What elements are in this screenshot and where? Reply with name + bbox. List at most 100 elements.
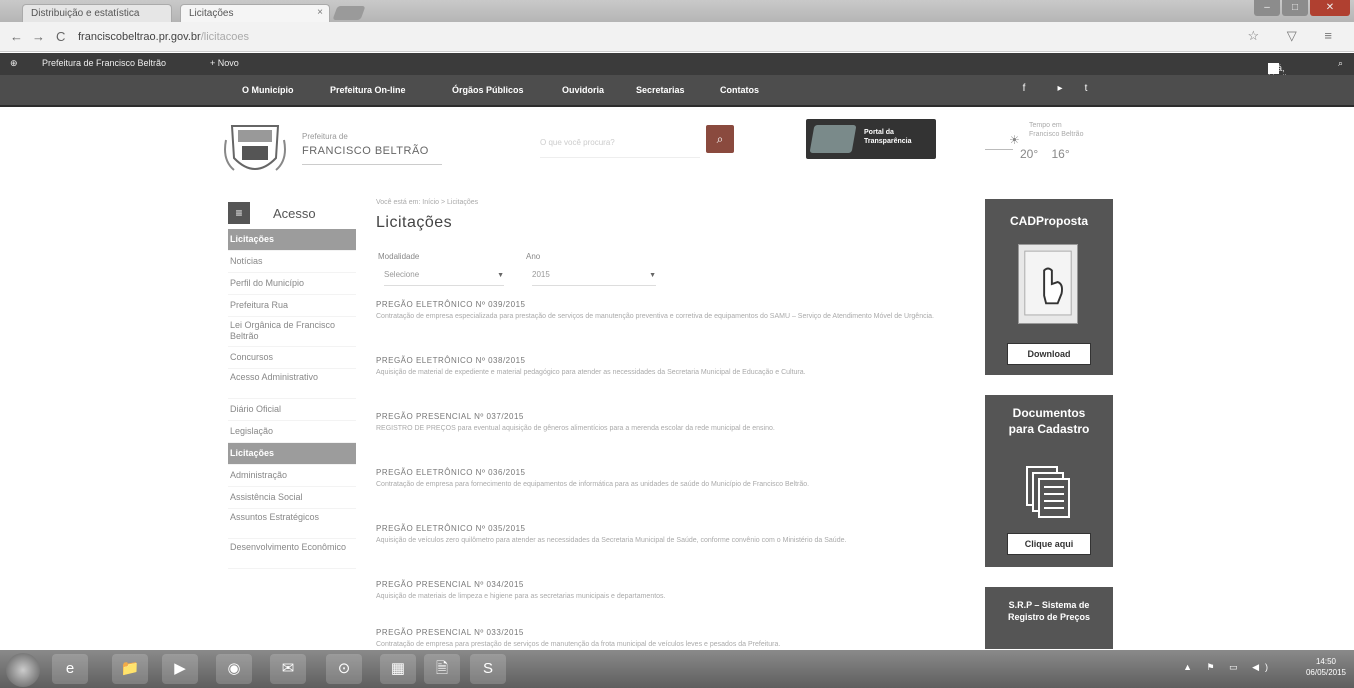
licitacao-description: Aquisição de material de expediente e ma…: [376, 369, 806, 376]
admin-bar: ⊕ Prefeitura de Francisco Beltrão + Novo…: [0, 53, 1354, 83]
reload-icon[interactable]: C: [56, 29, 65, 44]
licitacao-title[interactable]: PREGÃO ELETRÔNICO Nº 036/2015: [376, 468, 966, 477]
cadproposta-box[interactable]: CADProposta Download: [985, 199, 1113, 375]
nav-item-secretarias[interactable]: Secretarias: [636, 85, 685, 95]
clique-aqui-button[interactable]: Clique aqui: [1007, 533, 1091, 555]
licitacao-item[interactable]: PREGÃO ELETRÔNICO Nº 035/2015 Aquisição …: [376, 520, 966, 572]
sidebar-item-desenvolvimento[interactable]: Desenvolvimento Econômico: [228, 539, 356, 569]
page-title: Licitações: [376, 214, 453, 231]
url-path: /licitacoes: [200, 31, 249, 43]
minimize-button[interactable]: –: [1254, 0, 1280, 16]
start-button[interactable]: [6, 653, 40, 687]
skype-icon[interactable]: S: [470, 654, 506, 684]
main-navigation: O Município Prefeitura On-line Órgãos Pú…: [0, 75, 1354, 107]
search-icon[interactable]: ⌕: [1338, 58, 1343, 69]
documentos-box[interactable]: Documentos para Cadastro Clique aqui: [985, 395, 1113, 567]
close-tab-icon[interactable]: ×: [317, 7, 323, 18]
sidebar-item-lei-organica[interactable]: Lei Orgânica de Francisco Beltrão: [228, 317, 356, 347]
nav-item-prefeitura-online[interactable]: Prefeitura On-line: [330, 85, 406, 95]
licitacao-title[interactable]: PREGÃO PRESENCIAL Nº 033/2015: [376, 628, 966, 637]
address-bar-row: ← → C franciscobeltrao.pr.gov.br/licitac…: [0, 22, 1354, 52]
search-button[interactable]: ⌕: [706, 125, 734, 153]
avatar: [1268, 63, 1279, 74]
globe-icon[interactable]: ⊕: [10, 58, 18, 69]
new-item-link[interactable]: + Novo: [210, 58, 239, 68]
sidebar-item-assistencia-social[interactable]: Assistência Social: [228, 487, 356, 509]
temp-min: 20°: [1020, 147, 1039, 161]
tab-label: Distribuição e estatística: [31, 8, 140, 19]
chrome-icon[interactable]: ⊙: [326, 654, 362, 684]
portal-transparencia-banner[interactable]: Portal da Transparência: [806, 119, 936, 159]
media-player-icon[interactable]: ▶: [162, 654, 198, 684]
youtube-icon[interactable]: ▸: [1050, 83, 1070, 99]
sidebar-item-assuntos-estrategicos[interactable]: Assuntos Estratégicos: [228, 509, 356, 539]
sidebar-item-licitacoes-top[interactable]: Licitações: [228, 229, 356, 251]
close-window-button[interactable]: ✕: [1310, 0, 1350, 16]
document-icon[interactable]: 🗎: [424, 654, 460, 684]
maximize-button[interactable]: □: [1282, 0, 1308, 16]
sidebar-item-licitacoes[interactable]: Licitações: [228, 443, 356, 465]
chevron-down-icon: ▼: [497, 272, 504, 279]
back-arrow-icon[interactable]: ←: [10, 29, 23, 44]
licitacao-description: Contratação de empresa especializada par…: [376, 313, 934, 320]
srp-box[interactable]: S.R.P – Sistema de Registro de Preços: [985, 587, 1113, 649]
licitacao-title[interactable]: PREGÃO PRESENCIAL Nº 034/2015: [376, 580, 966, 589]
browser-menu-icons[interactable]: ☆ ▽ ≡: [1248, 28, 1344, 44]
browser-tab-strip: Distribuição e estatística Licitações × …: [0, 0, 1354, 22]
firefox-icon[interactable]: ◉: [216, 654, 252, 684]
download-button[interactable]: Download: [1007, 343, 1091, 365]
url-field[interactable]: franciscobeltrao.pr.gov.br/licitacoes: [78, 28, 1238, 46]
licitacao-title[interactable]: PREGÃO PRESENCIAL Nº 037/2015: [376, 412, 966, 421]
browser-tab[interactable]: Distribuição e estatística: [22, 4, 172, 22]
brand-prefix: Prefeitura de: [302, 132, 348, 141]
facebook-icon[interactable]: f: [1014, 83, 1034, 99]
search-icon: ⌕: [716, 132, 724, 146]
search-input[interactable]: O que você procura?: [540, 132, 700, 158]
licitacao-item[interactable]: PREGÃO ELETRÔNICO Nº 036/2015 Contrataçã…: [376, 464, 966, 516]
acesso-label: Acesso: [273, 206, 316, 221]
nav-item-orgaos-publicos[interactable]: Órgãos Públicos: [452, 85, 524, 95]
sidebar-item-perfil[interactable]: Perfil do Município: [228, 273, 356, 295]
breadcrumb[interactable]: Você está em: Início > Licitações: [376, 199, 966, 206]
nav-item-ouvidoria[interactable]: Ouvidoria: [562, 85, 604, 95]
twitter-icon[interactable]: t: [1076, 83, 1096, 99]
forward-arrow-icon[interactable]: →: [32, 29, 45, 44]
brand-divider: [302, 164, 442, 165]
documents-icon: [1026, 466, 1070, 518]
system-tray-icons[interactable]: ▲ ⚑ ▭ ◀): [1183, 662, 1274, 673]
sidebar-item-acesso-administrativo[interactable]: Acesso Administrativo: [228, 369, 356, 399]
portal-label: Portal da Transparência: [864, 129, 912, 145]
nav-item-municipio[interactable]: O Município: [242, 85, 294, 95]
sidebar-item-noticias[interactable]: Notícias: [228, 251, 356, 273]
nav-item-contatos[interactable]: Contatos: [720, 85, 759, 95]
folder-icon[interactable]: 📁: [112, 654, 148, 684]
licitacao-item[interactable]: PREGÃO PRESENCIAL Nº 037/2015 REGISTRO D…: [376, 408, 966, 460]
licitacao-title[interactable]: PREGÃO ELETRÔNICO Nº 035/2015: [376, 524, 966, 533]
software-box-image: [1018, 244, 1078, 324]
modalidade-select[interactable]: Selecione ▼: [384, 270, 504, 286]
licitacao-item[interactable]: PREGÃO ELETRÔNICO Nº 039/2015 Contrataçã…: [376, 296, 966, 348]
licitacao-description: Contratação de empresa para prestação de…: [376, 641, 781, 648]
mail-icon[interactable]: ✉: [270, 654, 306, 684]
sidebar-item-concursos[interactable]: Concursos: [228, 347, 356, 369]
site-link[interactable]: Prefeitura de Francisco Beltrão: [42, 58, 166, 68]
sidebar-item-legislacao[interactable]: Legislação: [228, 421, 356, 443]
ano-select[interactable]: 2015 ▼: [532, 270, 656, 286]
chevron-down-icon: ▼: [649, 272, 656, 279]
presentation-icon[interactable]: ▦: [380, 654, 416, 684]
licitacao-title[interactable]: PREGÃO ELETRÔNICO Nº 038/2015: [376, 356, 966, 365]
licitacao-title[interactable]: PREGÃO ELETRÔNICO Nº 039/2015: [376, 300, 966, 309]
sidebar-item-prefeitura-rua[interactable]: Prefeitura Rua: [228, 295, 356, 317]
sidebar-item-diario-oficial[interactable]: Diário Oficial: [228, 399, 356, 421]
new-tab-button[interactable]: [332, 6, 366, 20]
licitacao-item[interactable]: PREGÃO PRESENCIAL Nº 034/2015 Aquisição …: [376, 576, 966, 620]
ie-icon[interactable]: e: [52, 654, 88, 684]
licitacao-item[interactable]: PREGÃO ELETRÔNICO Nº 038/2015 Aquisição …: [376, 352, 966, 404]
clock[interactable]: 14:50 06/05/2015: [1306, 656, 1346, 678]
browser-tab-active[interactable]: Licitações ×: [180, 4, 330, 22]
filters: Modalidade Ano Selecione ▼ 2015 ▼: [376, 252, 966, 292]
hand-pointer-icon: [1024, 250, 1072, 316]
coat-of-arms-logo[interactable]: [222, 120, 288, 182]
srp-title: S.R.P – Sistema de Registro de Preços: [1007, 600, 1091, 622]
sidebar-item-administracao[interactable]: Administração: [228, 465, 356, 487]
